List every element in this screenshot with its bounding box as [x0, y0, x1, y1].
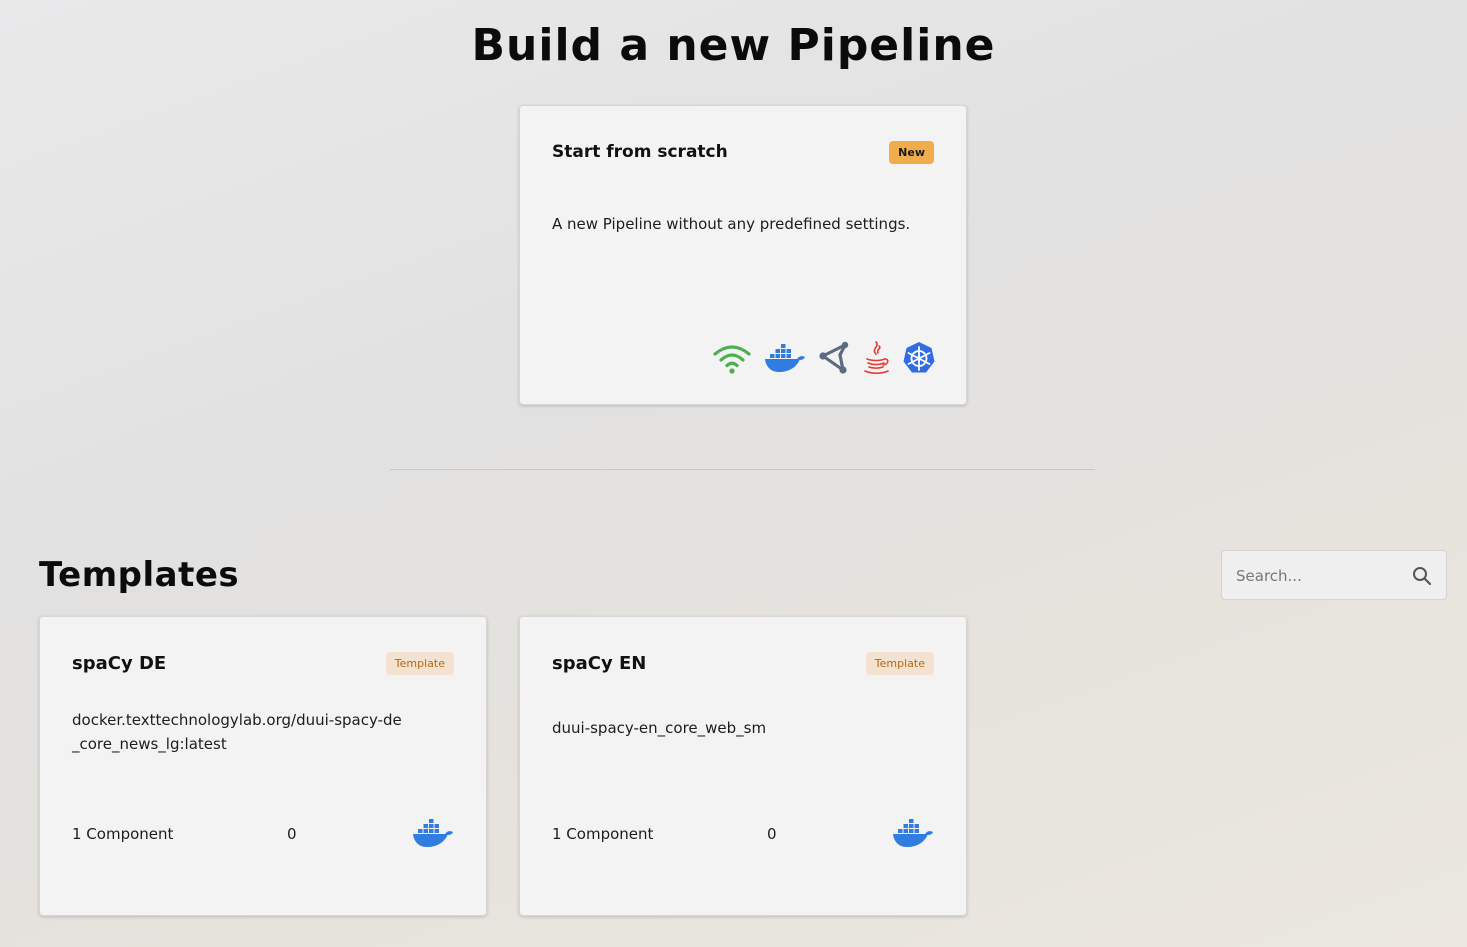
template-badge: Template: [385, 652, 454, 675]
usage-count: 0: [287, 825, 297, 843]
card-title: Start from scratch: [552, 142, 728, 162]
search-input[interactable]: [1234, 563, 1408, 589]
template-card-spacy-de[interactable]: spaCy DE Template docker.texttechnologyl…: [39, 616, 487, 916]
templates-heading: Templates: [39, 555, 240, 595]
component-row: 1 Component 0: [72, 817, 454, 857]
card-description: docker.texttechnologylab.org/duui-spacy-…: [72, 711, 402, 753]
card-description: duui-spacy-en_core_web_sm: [552, 719, 767, 737]
component-count-label: 1 Component: [72, 825, 174, 843]
page-title: Build a new Pipeline: [471, 20, 996, 71]
usage-count: 0: [767, 825, 777, 843]
kubernetes-icon: [902, 341, 936, 375]
component-row: 1 Component 0: [552, 817, 934, 857]
card-title: spaCy DE: [72, 653, 167, 674]
search-box[interactable]: [1221, 550, 1447, 600]
component-count-label: 1 Component: [552, 825, 654, 843]
template-card-spacy-en[interactable]: spaCy EN Template duui-spacy-en_core_web…: [519, 616, 967, 916]
wifi-icon: [712, 342, 752, 374]
search-icon[interactable]: [1412, 566, 1432, 590]
card-description: A new Pipeline without any predefined se…: [552, 215, 911, 233]
driver-icons: [712, 340, 936, 376]
docker-icon: [892, 817, 934, 853]
template-badge: Template: [865, 652, 934, 675]
start-from-scratch-card[interactable]: Start from scratch New A new Pipeline wi…: [519, 105, 967, 405]
new-badge: New: [889, 141, 934, 164]
uima-icon: [818, 341, 850, 375]
docker-icon: [764, 342, 806, 374]
card-title: spaCy EN: [552, 653, 647, 674]
docker-icon: [412, 817, 454, 853]
section-divider: [390, 469, 1095, 470]
java-icon: [862, 340, 890, 376]
